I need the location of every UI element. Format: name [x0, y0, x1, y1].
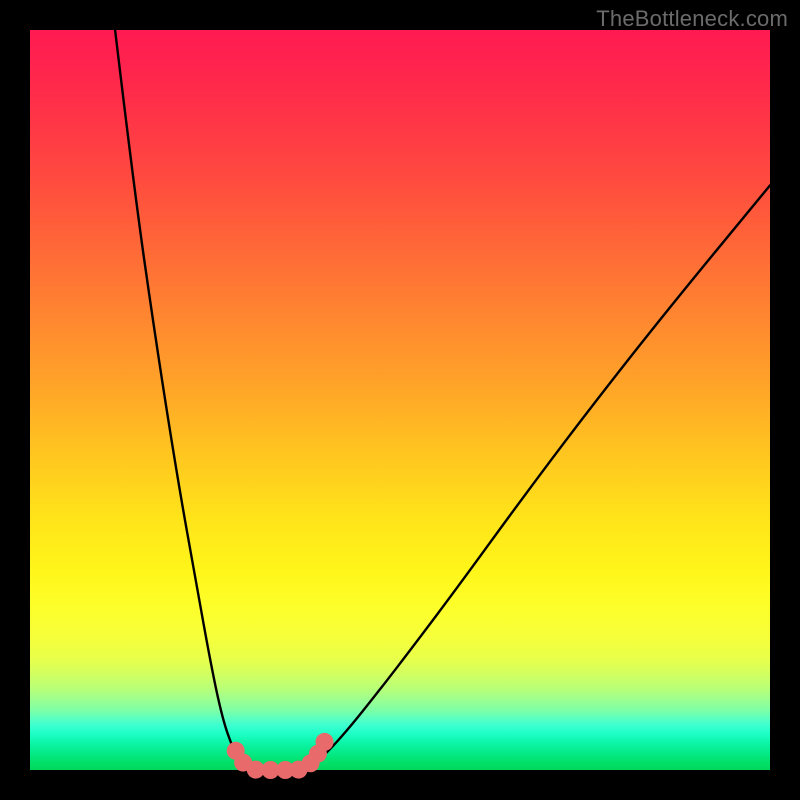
- watermark-text: TheBottleneck.com: [596, 6, 788, 32]
- marker-group: [227, 733, 334, 779]
- bottleneck-curve: [115, 30, 770, 770]
- highlight-marker: [316, 733, 334, 751]
- plot-area: [30, 30, 770, 770]
- outer-frame: TheBottleneck.com: [0, 0, 800, 800]
- curve-svg: [30, 30, 770, 770]
